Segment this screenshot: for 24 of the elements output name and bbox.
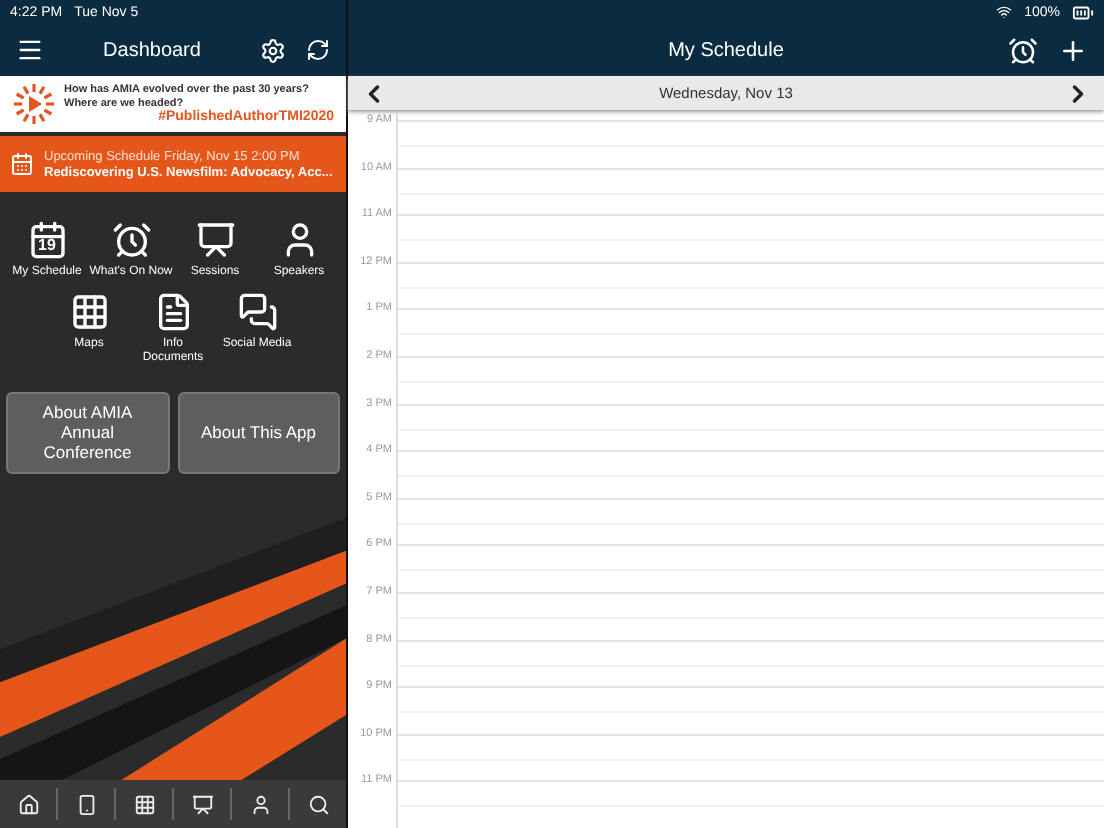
hour-slot[interactable] (398, 733, 1104, 781)
menu-icon[interactable] (16, 36, 44, 64)
about-button[interactable]: About This App (177, 391, 340, 474)
hour-slot[interactable] (398, 167, 1104, 215)
about-button[interactable]: About AMIA Annual Conference (6, 391, 169, 474)
alarm-clock-icon (111, 220, 151, 260)
hour-slot[interactable] (398, 403, 1104, 451)
grid-icon (69, 292, 109, 333)
calendar-icon (10, 152, 34, 176)
wifi-icon (996, 4, 1013, 20)
add-icon[interactable] (1058, 35, 1088, 65)
schedule-title: My Schedule (666, 39, 786, 61)
refresh-icon[interactable] (306, 38, 330, 62)
chat-bubbles-icon (237, 292, 277, 333)
document-icon (153, 292, 193, 333)
dashboard-title: Dashboard (101, 39, 203, 61)
alarm-clock-icon[interactable] (1008, 35, 1038, 65)
hour-slot[interactable] (398, 497, 1104, 545)
sunburst-play-icon (12, 82, 56, 126)
easel-icon (195, 220, 235, 260)
battery-icon (1072, 1, 1094, 23)
settings-icon[interactable] (260, 37, 286, 63)
calendar-icon: 19 (27, 220, 67, 260)
hour-slot[interactable] (398, 261, 1104, 309)
